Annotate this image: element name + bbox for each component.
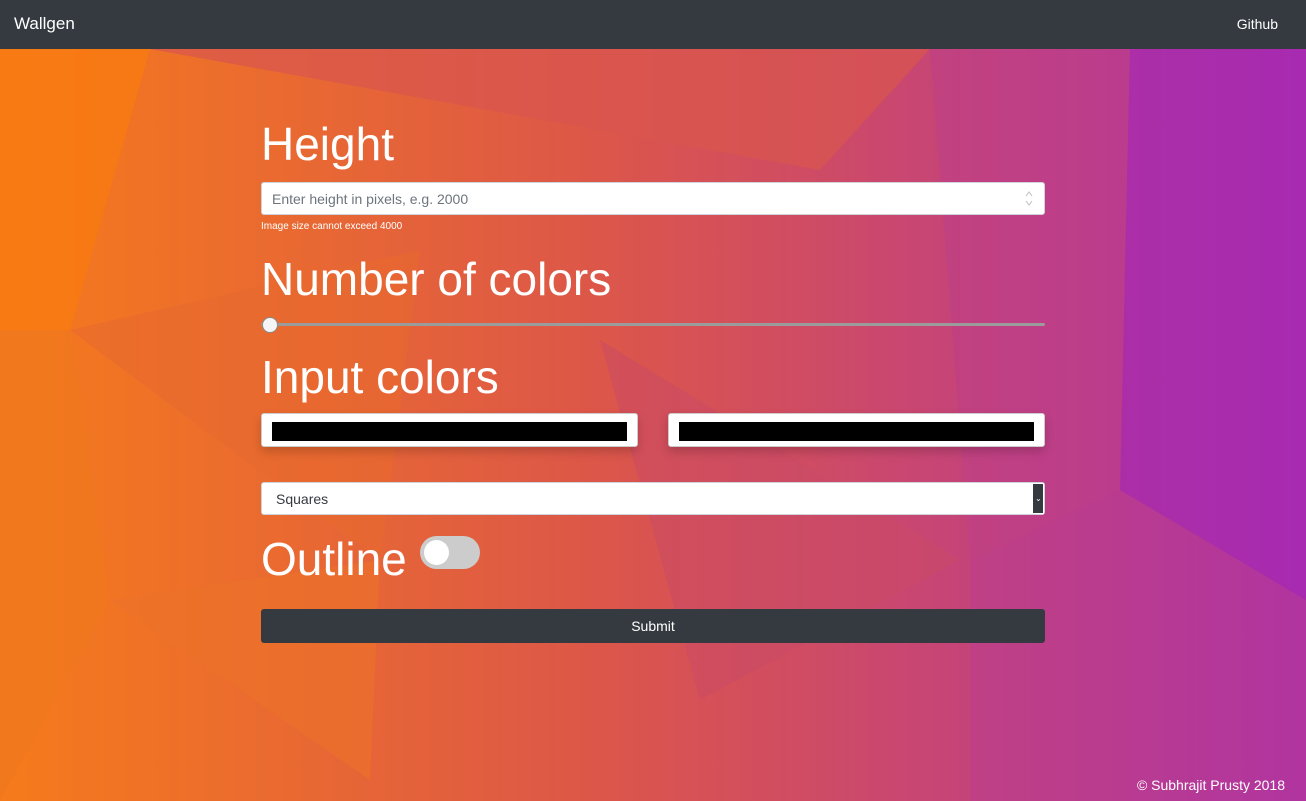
color-swatch-1 — [272, 422, 627, 441]
colors-slider-track[interactable] — [261, 323, 1045, 326]
shape-select-value: Squares — [276, 491, 329, 507]
height-input[interactable] — [261, 182, 1045, 215]
color-input-2[interactable] — [668, 413, 1045, 447]
submit-button[interactable]: Submit — [261, 609, 1045, 643]
outline-toggle[interactable] — [420, 536, 480, 569]
chevron-down-icon[interactable]: ⌄ — [1032, 483, 1044, 514]
outline-label: Outline — [261, 533, 407, 585]
shape-select[interactable]: Squares ⌄ — [261, 482, 1045, 515]
github-link[interactable]: Github — [1237, 16, 1278, 32]
color-input-1[interactable] — [261, 413, 638, 447]
background-lowpoly — [0, 0, 1306, 801]
spinner-icon[interactable] — [1025, 190, 1033, 207]
height-help-text: Image size cannot exceed 4000 — [261, 221, 403, 232]
colors-slider-thumb[interactable] — [262, 317, 278, 333]
color-swatch-2 — [679, 422, 1034, 441]
height-heading: Height — [261, 118, 394, 170]
toggle-knob — [424, 540, 449, 565]
navbar: Wallgen Github — [0, 0, 1306, 49]
footer-copyright: © Subhrajit Prusty 2018 — [1136, 777, 1285, 793]
number-of-colors-heading: Number of colors — [261, 253, 612, 305]
brand-link[interactable]: Wallgen — [14, 14, 75, 34]
input-colors-heading: Input colors — [261, 351, 499, 403]
